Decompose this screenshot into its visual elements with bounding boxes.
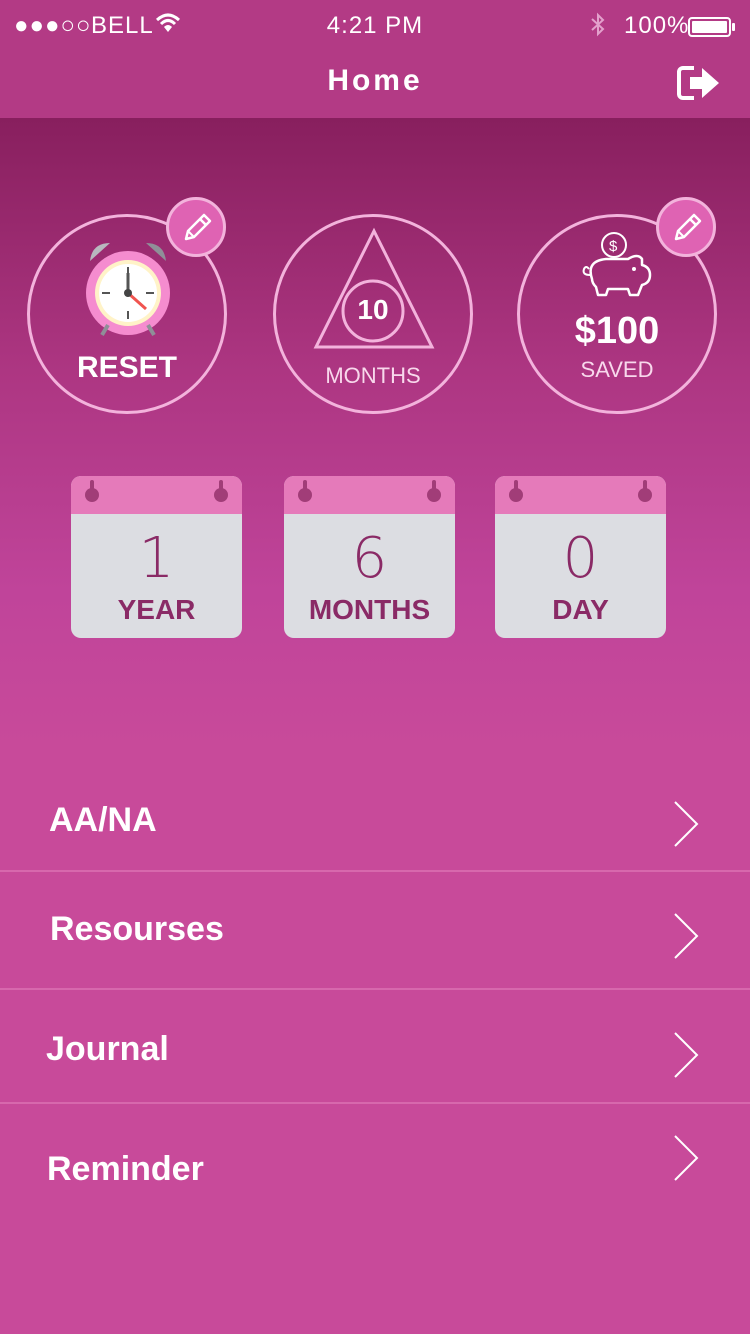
top-bar: ●●●○○ BELL 4:21 PM 100% Home	[0, 0, 750, 118]
svg-text:$: $	[609, 238, 618, 255]
status-bar: ●●●○○ BELL 4:21 PM 100%	[0, 0, 750, 50]
hero-section: RESET 10 MONTHS $ $100 SAVED 1 YEAR 6 MO…	[0, 118, 750, 750]
calendar-ring-icon	[212, 480, 230, 502]
menu-item-aa-na[interactable]: AA/NA	[0, 750, 750, 871]
reset-circle[interactable]: RESET	[27, 197, 227, 414]
menu-item-label: AA/NA	[49, 801, 157, 839]
months-count: 10	[357, 294, 389, 325]
bluetooth-icon	[588, 12, 608, 45]
chevron-right-icon	[672, 800, 700, 853]
battery-icon	[688, 16, 736, 44]
reset-label: RESET	[76, 351, 178, 384]
months-label: MONTHS	[325, 363, 421, 388]
year-label: YEAR	[117, 594, 196, 625]
months-label-card: MONTHS	[308, 594, 431, 625]
calendar-ring-icon	[636, 480, 654, 502]
piggy-bank-icon: $	[576, 231, 656, 308]
chevron-right-icon	[672, 912, 700, 965]
calendar-card-year: 1 YEAR	[71, 476, 242, 638]
battery-percent: 100%	[624, 12, 690, 39]
calendar-ring-icon	[425, 480, 443, 502]
page-title: Home	[327, 64, 423, 97]
day-label: DAY	[552, 594, 609, 625]
calendar-ring-icon	[83, 480, 101, 502]
saved-amount: $100	[574, 310, 660, 352]
menu-item-label: Resourses	[50, 910, 224, 948]
chevron-right-icon	[672, 1134, 700, 1187]
alarm-clock-icon	[86, 237, 170, 348]
triangle-icon	[312, 227, 436, 356]
chevron-right-icon	[672, 1031, 700, 1084]
menu-item-resourses[interactable]: Resourses	[0, 872, 750, 989]
calendar-ring-icon	[507, 480, 525, 502]
year-count: 1	[138, 526, 175, 591]
months-count-card: 6	[351, 526, 388, 591]
months-circle[interactable]: 10 MONTHS	[273, 214, 473, 414]
calendar-card-months: 6 MONTHS	[284, 476, 455, 638]
menu-item-label: Reminder	[47, 1150, 204, 1188]
menu-item-journal[interactable]: Journal	[0, 990, 750, 1103]
logout-icon[interactable]	[676, 63, 722, 103]
menu-item-reminder[interactable]: Reminder	[0, 1104, 750, 1234]
day-count: 0	[562, 526, 599, 591]
calendar-card-day: 0 DAY	[495, 476, 666, 638]
saved-circle[interactable]: $ $100 SAVED	[517, 197, 717, 414]
edit-saved-button[interactable]	[656, 197, 716, 257]
saved-label: SAVED	[580, 357, 654, 382]
calendar-ring-icon	[296, 480, 314, 502]
menu-item-label: Journal	[46, 1030, 169, 1068]
edit-reset-button[interactable]	[166, 197, 226, 257]
